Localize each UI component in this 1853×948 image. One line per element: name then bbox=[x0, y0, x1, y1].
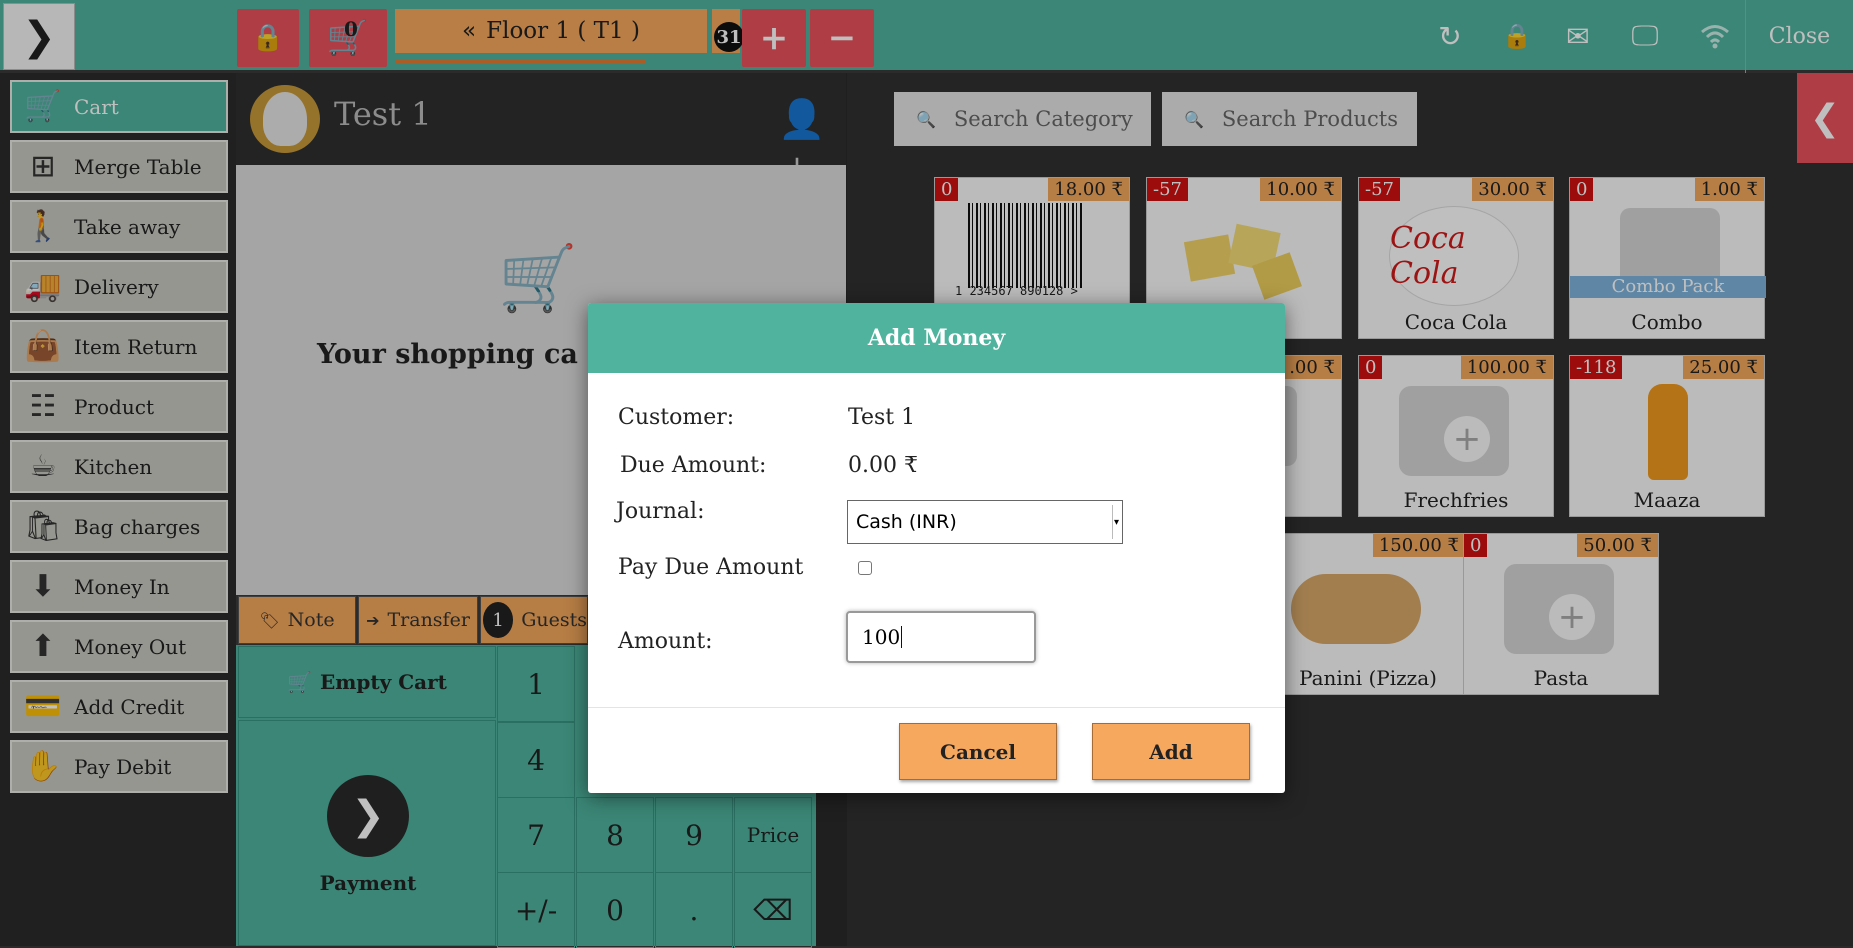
chevron-down-icon: ▾ bbox=[1112, 505, 1120, 539]
customer-label: Customer: bbox=[618, 405, 735, 430]
amount-value: 100 bbox=[862, 625, 901, 649]
pay-due-checkbox[interactable] bbox=[858, 561, 872, 575]
due-amount-label: Due Amount: bbox=[620, 453, 767, 478]
dialog-divider bbox=[588, 707, 1285, 708]
dialog-title: Add Money bbox=[588, 303, 1285, 373]
amount-input[interactable]: 100 bbox=[846, 611, 1036, 663]
customer-value: Test 1 bbox=[848, 405, 916, 430]
text-cursor bbox=[901, 626, 903, 648]
cancel-button[interactable]: Cancel bbox=[899, 723, 1057, 780]
journal-label: Journal: bbox=[616, 499, 705, 524]
add-button[interactable]: Add bbox=[1092, 723, 1250, 780]
amount-label: Amount: bbox=[618, 629, 713, 654]
due-amount-value: 0.00 ₹ bbox=[848, 453, 918, 478]
journal-selected-value: Cash (INR) bbox=[856, 511, 957, 533]
add-money-dialog: Add Money Customer: Test 1 Due Amount: 0… bbox=[588, 303, 1285, 793]
journal-select[interactable]: Cash (INR) ▾ bbox=[847, 500, 1123, 544]
pay-due-label: Pay Due Amount bbox=[618, 555, 804, 580]
